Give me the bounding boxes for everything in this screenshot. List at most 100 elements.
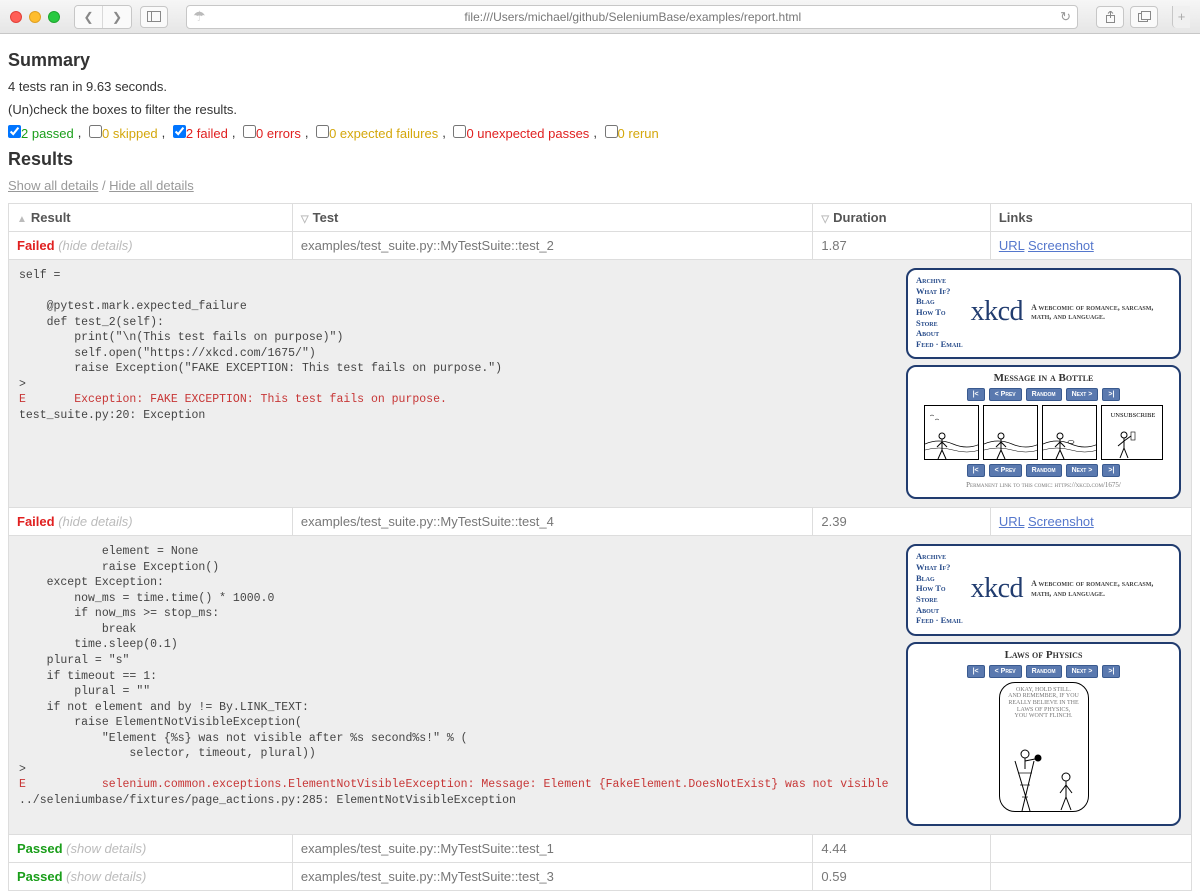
filter-skipped-checkbox[interactable] — [89, 125, 102, 138]
col-duration[interactable]: ▽Duration — [813, 204, 990, 232]
col-links[interactable]: Links — [990, 204, 1191, 232]
share-button[interactable] — [1096, 6, 1124, 28]
xkcd-logo: xkcd — [971, 296, 1023, 328]
link-screenshot[interactable]: Screenshot — [1028, 514, 1094, 529]
toggle-details[interactable]: (hide details) — [58, 238, 132, 253]
col-test[interactable]: ▽Test — [292, 204, 813, 232]
status-label: Failed — [17, 238, 55, 253]
tabs-button[interactable] — [1130, 6, 1158, 28]
show-all-details-link[interactable]: Show all details — [8, 178, 98, 193]
toolbar-right — [1096, 6, 1158, 28]
filter-passed-label[interactable]: 2 passed — [21, 126, 74, 141]
table-row: Failed (hide details)examples/test_suite… — [9, 508, 1192, 536]
filter-unexpected-label[interactable]: 0 unexpected passes — [466, 126, 589, 141]
comic-nav-button[interactable]: < Prev — [989, 464, 1022, 477]
cell-result: Failed (hide details) — [9, 508, 293, 536]
law-figure — [1000, 721, 1090, 811]
cell-result: Passed (show details) — [9, 862, 293, 890]
filter-errors-label[interactable]: 0 errors — [256, 126, 301, 141]
cell-links: URL Screenshot — [990, 508, 1191, 536]
comic-nav-button[interactable]: |< — [967, 464, 985, 477]
reload-icon[interactable]: ↻ — [1060, 9, 1071, 25]
comic-nav-button[interactable]: Next > — [1066, 665, 1099, 678]
xkcd-nav-item[interactable]: Store — [916, 318, 963, 329]
filter-errors-checkbox[interactable] — [243, 125, 256, 138]
xkcd-nav-item[interactable]: Feed · Email — [916, 615, 963, 626]
filter-failed-label[interactable]: 2 failed — [186, 126, 228, 141]
comic-nav-button[interactable]: < Prev — [989, 388, 1022, 401]
filter-failed-checkbox[interactable] — [173, 125, 186, 138]
filter-rerun-label[interactable]: 0 rerun — [618, 126, 659, 141]
filter-unexpected-checkbox[interactable] — [453, 125, 466, 138]
link-url[interactable]: URL — [999, 238, 1025, 253]
comic-nav-button[interactable]: >| — [1102, 388, 1120, 401]
forward-button[interactable]: ❯ — [103, 6, 131, 28]
results-table: ▲Result ▽Test ▽Duration Links Failed (hi… — [8, 203, 1192, 891]
xkcd-nav-item[interactable]: About — [916, 605, 963, 616]
comic-panel: OKAY, HOLD STILL.AND REMEMBER, IF YOUREA… — [999, 682, 1089, 812]
toggle-details[interactable]: (show details) — [66, 841, 146, 856]
link-screenshot[interactable]: Screenshot — [1028, 238, 1094, 253]
new-tab-button[interactable]: + — [1172, 6, 1190, 28]
table-header-row: ▲Result ▽Test ▽Duration Links — [9, 204, 1192, 232]
comic-nav-button[interactable]: Random — [1026, 464, 1062, 477]
filter-skipped-label[interactable]: 0 skipped — [102, 126, 158, 141]
comic-panel — [924, 405, 979, 460]
cell-duration: 2.39 — [813, 508, 990, 536]
share-icon — [1105, 11, 1116, 23]
toggle-details[interactable]: (hide details) — [58, 514, 132, 529]
xkcd-nav-item[interactable]: What If? — [916, 562, 963, 573]
xkcd-nav-item[interactable]: How To — [916, 307, 963, 318]
xkcd-nav-item[interactable]: Archive — [916, 551, 963, 562]
back-button[interactable]: ❮ — [75, 6, 103, 28]
comic-nav-button[interactable]: Next > — [1066, 464, 1099, 477]
minimize-window-icon[interactable] — [29, 11, 41, 23]
filter-expected-checkbox[interactable] — [316, 125, 329, 138]
xkcd-nav-item[interactable]: Store — [916, 594, 963, 605]
close-window-icon[interactable] — [10, 11, 22, 23]
sidebar-toggle[interactable] — [140, 6, 168, 28]
bottle-text: UNSUBSCRIBE — [1111, 412, 1156, 419]
table-row: Failed (hide details)examples/test_suite… — [9, 232, 1192, 260]
url-bar[interactable]: ☂ file:///Users/michael/github/SeleniumB… — [186, 5, 1078, 29]
comic-nav-button[interactable]: Random — [1026, 388, 1062, 401]
maximize-window-icon[interactable] — [48, 11, 60, 23]
comic-nav-button[interactable]: >| — [1102, 464, 1120, 477]
comic-nav-button[interactable]: < Prev — [989, 665, 1022, 678]
sidebar-icon — [147, 11, 161, 22]
cell-links — [990, 862, 1191, 890]
browser-chrome: ❮ ❯ ☂ file:///Users/michael/github/Selen… — [0, 0, 1200, 34]
xkcd-nav-item[interactable]: Blag — [916, 573, 963, 584]
toggle-details[interactable]: (show details) — [66, 869, 146, 884]
results-heading: Results — [8, 149, 1192, 170]
comic-nav-button[interactable]: |< — [967, 665, 985, 678]
comic-nav-button[interactable]: |< — [967, 388, 985, 401]
comic-nav-button[interactable]: Random — [1026, 665, 1062, 678]
xkcd-nav-item[interactable]: How To — [916, 583, 963, 594]
filter-passed-checkbox[interactable] — [8, 125, 21, 138]
xkcd-header-card: ArchiveWhat If?BlagHow ToStoreAboutFeed … — [906, 544, 1181, 635]
hide-all-details-link[interactable]: Hide all details — [109, 178, 194, 193]
sort-icon: ▽ — [821, 214, 829, 225]
xkcd-nav-item[interactable]: Archive — [916, 275, 963, 286]
xkcd-tagline: A webcomic of romance, sarcasm, math, an… — [1031, 303, 1171, 322]
xkcd-header-card: ArchiveWhat If?BlagHow ToStoreAboutFeed … — [906, 268, 1181, 359]
page-content: Summary 4 tests ran in 9.63 seconds. (Un… — [0, 34, 1200, 891]
xkcd-logo: xkcd — [971, 573, 1023, 605]
xkcd-nav-item[interactable]: What If? — [916, 286, 963, 297]
col-result[interactable]: ▲Result — [9, 204, 293, 232]
sort-icon: ▽ — [301, 214, 309, 225]
comic-nav-button[interactable]: Next > — [1066, 388, 1099, 401]
cell-test: examples/test_suite.py::MyTestSuite::tes… — [292, 834, 813, 862]
xkcd-nav-item[interactable]: Feed · Email — [916, 339, 963, 350]
comic-nav-button[interactable]: >| — [1102, 665, 1120, 678]
comic-nav: |< < Prev Random Next >>| — [916, 464, 1171, 477]
filter-rerun-checkbox[interactable] — [605, 125, 618, 138]
filter-expected-label[interactable]: 0 expected failures — [329, 126, 438, 141]
link-url[interactable]: URL — [999, 514, 1025, 529]
comic-permalink: Permanent link to this comic: https://xk… — [916, 481, 1171, 489]
table-row: Passed (show details)examples/test_suite… — [9, 834, 1192, 862]
cell-result: Failed (hide details) — [9, 232, 293, 260]
xkcd-nav-item[interactable]: About — [916, 328, 963, 339]
xkcd-nav-item[interactable]: Blag — [916, 296, 963, 307]
